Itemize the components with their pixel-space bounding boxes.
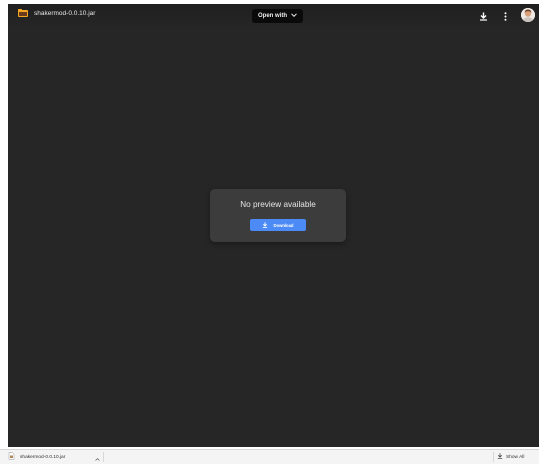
chevron-up-icon	[95, 448, 100, 466]
file-viewer: shakermod-0.0.10.jar Open with No previe…	[8, 4, 539, 447]
download-button-label: Download	[273, 222, 294, 228]
avatar[interactable]	[521, 8, 535, 22]
download-item-divider	[103, 452, 104, 462]
download-icon[interactable]	[477, 10, 489, 22]
open-with-button[interactable]: Open with	[252, 9, 303, 23]
download-icon	[262, 221, 268, 229]
file-title: shakermod-0.0.10.jar	[18, 9, 95, 17]
download-icon	[497, 453, 503, 461]
no-preview-card: No preview available Download	[210, 189, 346, 242]
file-name: shakermod-0.0.10.jar	[34, 9, 96, 17]
file-type-icon	[18, 9, 28, 17]
download-item-menu-button[interactable]	[94, 454, 101, 461]
jar-file-icon	[8, 452, 15, 462]
no-preview-message: No preview available	[240, 200, 316, 209]
download-item[interactable]: shakermod-0.0.10.jar	[8, 452, 65, 462]
open-with-label: Open with	[258, 13, 287, 19]
viewer-toolbar: shakermod-0.0.10.jar Open with	[8, 4, 539, 28]
show-all-button[interactable]: Show All	[493, 452, 527, 462]
chevron-down-icon	[291, 13, 297, 19]
download-item-name: shakermod-0.0.10.jar	[20, 454, 66, 460]
download-button[interactable]: Download	[250, 219, 306, 231]
more-vert-icon[interactable]	[499, 10, 511, 22]
download-shelf: shakermod-0.0.10.jar Show All	[0, 449, 539, 464]
show-all-label: Show All	[506, 454, 525, 460]
